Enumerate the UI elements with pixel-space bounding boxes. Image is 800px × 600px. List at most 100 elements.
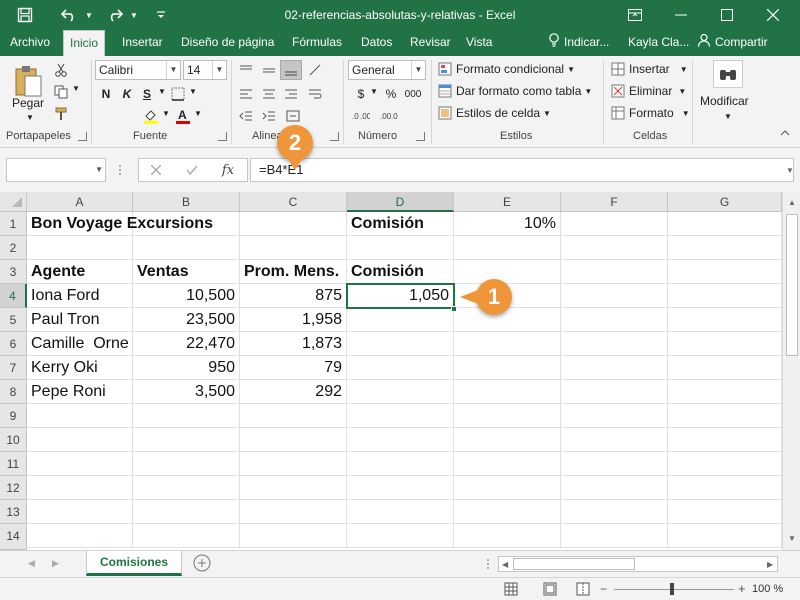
- vertical-scrollbar[interactable]: ▲ ▼: [782, 192, 800, 550]
- grid-cell[interactable]: [454, 380, 561, 404]
- grid-cell[interactable]: [133, 452, 240, 476]
- customize-toolbar-icon[interactable]: [154, 4, 168, 26]
- grid-cell[interactable]: [240, 452, 347, 476]
- grid-cell[interactable]: [133, 524, 240, 548]
- row-header[interactable]: 8: [0, 380, 27, 404]
- grid-cell[interactable]: [668, 332, 782, 356]
- italic-button[interactable]: K: [116, 84, 138, 104]
- currency-dropdown-icon[interactable]: ▼: [370, 87, 378, 96]
- horizontal-scroll-thumb[interactable]: [513, 558, 635, 570]
- grid-cell[interactable]: [454, 452, 561, 476]
- grid-cell[interactable]: [561, 476, 668, 500]
- formula-input[interactable]: =B4*E1: [250, 158, 794, 182]
- cell-styles-button[interactable]: Estilos de celda ▼: [438, 106, 551, 120]
- increase-decimal-icon[interactable]: .0.00: [350, 106, 372, 126]
- page-break-view-icon[interactable]: [576, 582, 590, 599]
- grid-cell[interactable]: [454, 260, 561, 284]
- grid-cell[interactable]: [347, 476, 454, 500]
- font-color-dropdown-icon[interactable]: ▼: [194, 109, 202, 118]
- grid-cell[interactable]: [668, 308, 782, 332]
- tell-me-box[interactable]: Indicar...: [548, 30, 609, 56]
- thousands-button[interactable]: 000: [402, 84, 424, 104]
- grid-cell[interactable]: [454, 404, 561, 428]
- row-header[interactable]: 4: [0, 284, 27, 308]
- number-launcher-icon[interactable]: [416, 132, 425, 141]
- grid-cell[interactable]: [454, 308, 561, 332]
- horizontal-scrollbar[interactable]: ◀ ▶: [498, 556, 778, 572]
- cell-b6[interactable]: 22,470: [133, 332, 240, 356]
- split-grip-icon[interactable]: [486, 557, 490, 571]
- grid-cell[interactable]: [668, 524, 782, 548]
- grid-cell[interactable]: [561, 332, 668, 356]
- row-header[interactable]: 10: [0, 428, 27, 452]
- grid-cell[interactable]: [133, 236, 240, 260]
- grid-cell[interactable]: [454, 524, 561, 548]
- increase-indent-icon[interactable]: [258, 106, 280, 126]
- column-header-a[interactable]: A: [27, 192, 133, 212]
- cell-c7[interactable]: 79: [240, 356, 347, 380]
- underline-dropdown-icon[interactable]: ▼: [158, 87, 166, 96]
- grid-cell[interactable]: [668, 212, 782, 236]
- align-center-icon[interactable]: [258, 84, 280, 104]
- orientation-icon[interactable]: [304, 60, 326, 80]
- ribbon-display-icon[interactable]: [612, 0, 658, 30]
- percent-button[interactable]: %: [380, 84, 402, 104]
- cell-b4[interactable]: 10,500: [133, 284, 240, 308]
- binoculars-icon[interactable]: [713, 60, 743, 88]
- normal-view-icon[interactable]: [504, 582, 518, 599]
- grid-cell[interactable]: [561, 356, 668, 380]
- row-header[interactable]: 6: [0, 332, 27, 356]
- grid-cell[interactable]: [668, 380, 782, 404]
- cell-d1[interactable]: Comisión: [347, 212, 454, 236]
- grid-cell[interactable]: [347, 308, 454, 332]
- tab-formulas[interactable]: Fórmulas: [290, 30, 344, 56]
- grid-cell[interactable]: [454, 356, 561, 380]
- row-header[interactable]: 2: [0, 236, 27, 260]
- grid-cell[interactable]: [133, 476, 240, 500]
- insert-cells-button[interactable]: Insertar ▼: [611, 62, 688, 76]
- minimize-icon[interactable]: [658, 0, 704, 30]
- cell-a4[interactable]: Iona Ford: [27, 284, 133, 308]
- merge-center-icon[interactable]: [282, 106, 304, 126]
- align-top-icon[interactable]: [235, 60, 257, 80]
- grid-cell[interactable]: [668, 284, 782, 308]
- column-header-c[interactable]: C: [240, 192, 347, 212]
- font-name-combo[interactable]: Calibri ▼: [95, 60, 181, 80]
- clipboard-launcher-icon[interactable]: [78, 132, 87, 141]
- zoom-slider-track[interactable]: [614, 589, 734, 590]
- grid-cell[interactable]: [347, 356, 454, 380]
- bold-button[interactable]: N: [95, 84, 117, 104]
- row-header[interactable]: 12: [0, 476, 27, 500]
- grid-cell[interactable]: [240, 476, 347, 500]
- grid-cell[interactable]: [133, 404, 240, 428]
- grid-cell[interactable]: [561, 524, 668, 548]
- cancel-icon[interactable]: [139, 159, 173, 181]
- formula-bar-grip-icon[interactable]: [118, 163, 122, 177]
- underline-button[interactable]: S: [136, 84, 158, 104]
- fill-color-icon[interactable]: [140, 106, 162, 126]
- grid-cell[interactable]: [240, 404, 347, 428]
- select-all-corner[interactable]: [0, 192, 27, 212]
- column-header-e[interactable]: E: [454, 192, 561, 212]
- row-header[interactable]: 13: [0, 500, 27, 524]
- row-header[interactable]: 11: [0, 452, 27, 476]
- cell-c5[interactable]: 1,958: [240, 308, 347, 332]
- grid-cell[interactable]: [27, 500, 133, 524]
- tab-diseno-pagina[interactable]: Diseño de página: [179, 30, 276, 56]
- number-format-dropdown-icon[interactable]: ▼: [411, 61, 425, 79]
- row-header[interactable]: 1: [0, 212, 27, 236]
- grid-cell[interactable]: [347, 452, 454, 476]
- tab-revisar[interactable]: Revisar: [408, 30, 453, 56]
- scroll-left-icon[interactable]: ◀: [502, 560, 508, 569]
- grid-cell[interactable]: [240, 524, 347, 548]
- number-format-combo[interactable]: General ▼: [348, 60, 426, 80]
- grid-cell[interactable]: [347, 236, 454, 260]
- paste-dropdown-icon[interactable]: ▼: [26, 113, 34, 122]
- column-header-g[interactable]: G: [668, 192, 782, 212]
- grid-cell[interactable]: [561, 212, 668, 236]
- grid-cell[interactable]: [668, 404, 782, 428]
- next-sheet-icon[interactable]: ▶: [52, 558, 59, 569]
- cell-c4[interactable]: 875: [240, 284, 347, 308]
- format-as-table-button[interactable]: Dar formato como tabla ▼: [438, 84, 592, 98]
- grid-cell[interactable]: [668, 356, 782, 380]
